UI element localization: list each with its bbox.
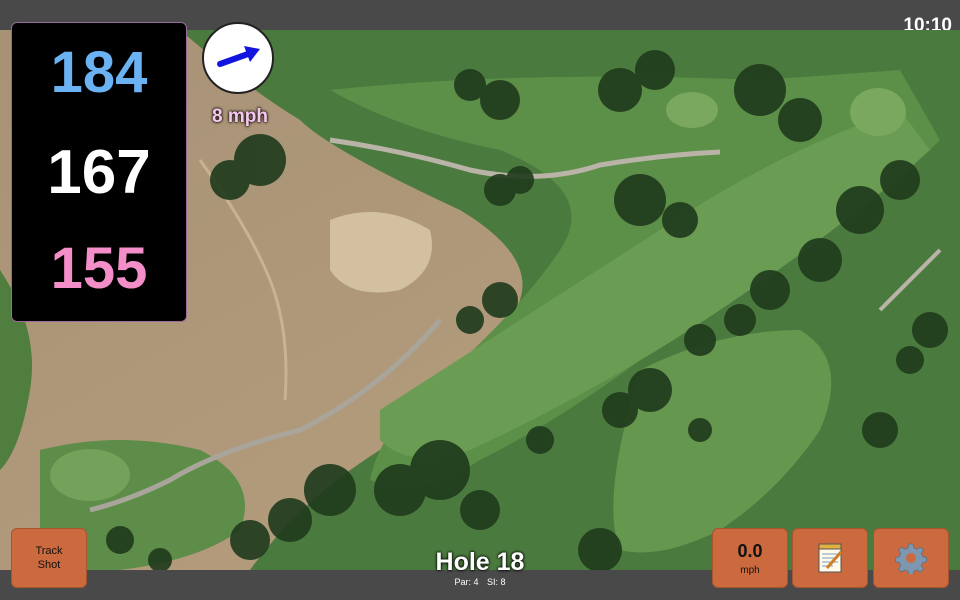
wind-speed: 8 mph xyxy=(212,106,268,127)
wind-direction-indicator xyxy=(202,22,274,94)
hole-title: Hole 18 xyxy=(435,548,525,576)
speed-value: 0.0 xyxy=(737,540,763,561)
notepad-icon xyxy=(818,543,843,573)
notes-button[interactable] xyxy=(792,528,868,588)
settings-button[interactable] xyxy=(873,528,949,588)
speed-unit: mph xyxy=(740,564,760,576)
back-distance: 184 xyxy=(50,40,148,105)
hole-stroke-index: SI: 8 xyxy=(487,577,506,587)
wind-arrow-icon xyxy=(217,46,260,67)
distance-panel: 184 167 155 xyxy=(11,22,187,322)
front-distance: 155 xyxy=(50,236,148,301)
hole-par: Par: 4 xyxy=(454,577,479,587)
track-shot-label-line1: Track xyxy=(35,545,63,557)
center-distance: 167 xyxy=(47,138,151,207)
hole-info: Par: 4 SI: 8 xyxy=(380,577,580,587)
track-shot-label-line2: Shot xyxy=(37,559,61,571)
track-shot-button[interactable]: Track Shot xyxy=(11,528,87,588)
gear-icon xyxy=(895,543,927,574)
speed-button[interactable]: 0.0 mph xyxy=(712,528,788,588)
